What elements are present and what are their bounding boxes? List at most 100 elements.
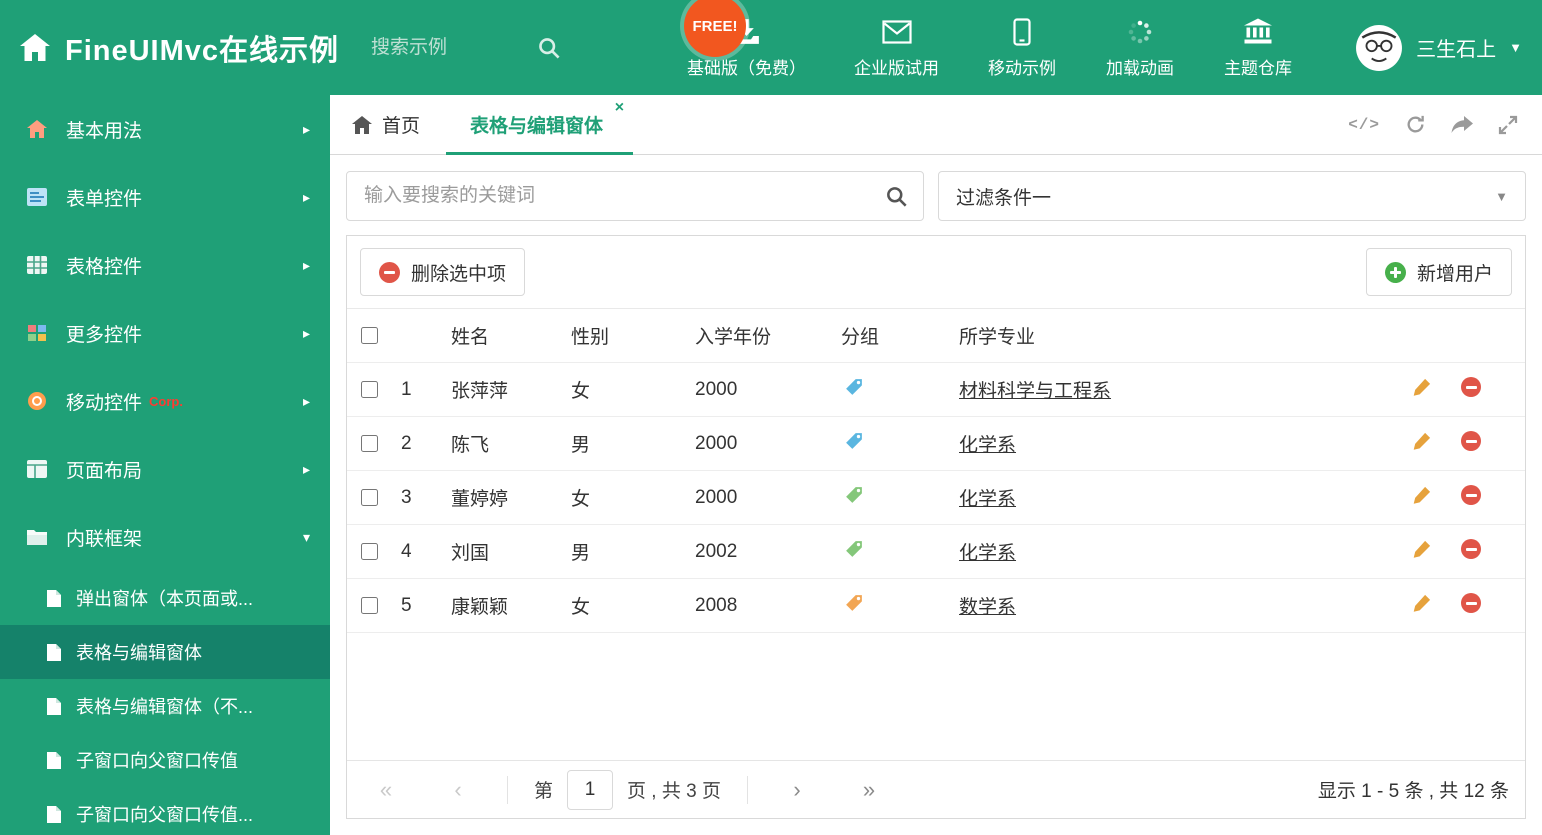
- chevron-right-icon: ▸: [302, 460, 310, 477]
- delete-icon[interactable]: [1461, 376, 1481, 397]
- last-page-button[interactable]: »: [846, 777, 892, 803]
- user-menu[interactable]: 三生石上 ▼: [1355, 24, 1522, 72]
- minus-circle-icon: [379, 261, 400, 283]
- delete-icon[interactable]: [1461, 484, 1481, 505]
- row-checkbox[interactable]: [361, 543, 378, 560]
- search-icon[interactable]: [537, 36, 561, 60]
- first-page-button[interactable]: «: [363, 777, 409, 803]
- next-page-button[interactable]: ›: [774, 777, 820, 803]
- tab-strip: 首页 表格与编辑窗体 × </>: [330, 95, 1542, 155]
- col-group: 分组: [841, 308, 959, 363]
- keyword-search-input[interactable]: [362, 184, 885, 208]
- major-link[interactable]: 数学系: [959, 597, 1016, 618]
- form-icon: [25, 188, 49, 206]
- sidebar-item-iframe[interactable]: 内联框架 ▾: [0, 503, 330, 571]
- refresh-icon[interactable]: [1405, 114, 1426, 135]
- nav-item-loading-animations[interactable]: 加载动画: [1105, 17, 1175, 79]
- table-row: 1 张萍萍 女 2000 材料科学与工程系: [347, 362, 1525, 417]
- col-edit: [1413, 308, 1461, 363]
- filter-row: 过滤条件一 ▼: [346, 171, 1526, 221]
- edit-icon[interactable]: [1413, 431, 1432, 450]
- home-icon: [20, 34, 50, 61]
- sidebar-item-more-controls[interactable]: 更多控件 ▸: [0, 299, 330, 367]
- delete-icon[interactable]: [1461, 538, 1481, 559]
- delete-icon[interactable]: [1461, 592, 1481, 613]
- sidebar-subitem-grid-edit-window[interactable]: 表格与编辑窗体: [0, 625, 330, 679]
- filter-dropdown[interactable]: 过滤条件一 ▼: [938, 171, 1526, 221]
- tag-icon: [845, 486, 863, 504]
- chevron-right-icon: ▸: [302, 256, 310, 273]
- chevron-down-icon: ▼: [1509, 40, 1522, 55]
- sidebar-item-form-controls[interactable]: 表单控件 ▸: [0, 163, 330, 231]
- brand[interactable]: FineUIMvc在线示例: [20, 27, 339, 69]
- share-icon[interactable]: [1451, 115, 1473, 134]
- header-nav: 基础版（免费） 企业版试用 移动示例 加载动画 主题仓库: [687, 17, 1293, 79]
- sidebar-subitem-child-to-parent-2[interactable]: 子窗口向父窗口传值...: [0, 787, 330, 835]
- major-link[interactable]: 化学系: [959, 435, 1016, 456]
- select-all-checkbox[interactable]: [361, 327, 378, 344]
- cell-gender: 男: [571, 524, 695, 579]
- nav-item-mobile-demo[interactable]: 移动示例: [987, 17, 1057, 79]
- corp-badge: Corp.: [149, 393, 183, 409]
- cell-gender: 女: [571, 470, 695, 525]
- edit-icon[interactable]: [1413, 377, 1432, 396]
- col-number: [401, 308, 451, 363]
- table-row: 4 刘国 男 2002 化学系: [347, 524, 1525, 579]
- cell-name: 陈飞: [451, 416, 571, 471]
- col-delete: [1461, 308, 1525, 363]
- col-year: 入学年份: [695, 308, 841, 363]
- sidebar-item-page-layout[interactable]: 页面布局 ▸: [0, 435, 330, 503]
- edit-icon[interactable]: [1413, 485, 1432, 504]
- tab-actions: </>: [1348, 95, 1542, 154]
- nav-item-enterprise-trial[interactable]: 企业版试用: [854, 17, 939, 79]
- add-user-button[interactable]: 新增用户: [1365, 248, 1512, 296]
- source-code-icon[interactable]: </>: [1348, 116, 1380, 134]
- delete-selected-button[interactable]: 删除选中项: [360, 248, 526, 296]
- home-icon: [352, 115, 372, 134]
- close-icon[interactable]: ×: [615, 100, 624, 116]
- nav-label: 加载动画: [1106, 58, 1175, 78]
- delete-icon[interactable]: [1461, 430, 1481, 451]
- header-search-input[interactable]: [369, 35, 520, 60]
- tab-grid-edit-window[interactable]: 表格与编辑窗体 ×: [446, 95, 634, 155]
- chevron-right-icon: ▸: [302, 120, 310, 137]
- row-checkbox[interactable]: [361, 381, 378, 398]
- col-name: 姓名: [451, 308, 571, 363]
- cell-year: 2008: [695, 578, 841, 633]
- users-table: 姓名 性别 入学年份 分组 所学专业 1 张萍萍 女 2000 材料科学与工程系…: [347, 308, 1525, 633]
- cell-year: 2000: [695, 470, 841, 525]
- major-link[interactable]: 化学系: [959, 543, 1016, 564]
- table-icon: [25, 256, 49, 274]
- expand-icon[interactable]: [1498, 115, 1518, 135]
- cell-name: 董婷婷: [451, 470, 571, 525]
- nav-item-theme-store[interactable]: 主题仓库: [1223, 17, 1293, 79]
- row-checkbox[interactable]: [361, 435, 378, 452]
- sidebar-subitem-child-to-parent[interactable]: 子窗口向父窗口传值: [0, 733, 330, 787]
- app-window: FineUIMvc在线示例 FREE! 基础版（免费）: [0, 0, 1542, 835]
- row-number: 1: [401, 362, 451, 417]
- page-number-input[interactable]: [567, 769, 614, 810]
- major-link[interactable]: 材料科学与工程系: [959, 381, 1111, 402]
- prev-page-button[interactable]: ‹: [435, 777, 481, 803]
- search-icon[interactable]: [885, 185, 908, 208]
- cell-name: 康颖颖: [451, 578, 571, 633]
- divider: [507, 775, 508, 804]
- sidebar-item-mobile-controls[interactable]: 移动控件 Corp. ▸: [0, 367, 330, 435]
- sidebar-item-grid-controls[interactable]: 表格控件 ▸: [0, 231, 330, 299]
- major-link[interactable]: 化学系: [959, 489, 1016, 510]
- row-checkbox[interactable]: [361, 489, 378, 506]
- app-title: FineUIMvc在线示例: [65, 34, 340, 67]
- spinner-icon: [1126, 17, 1154, 47]
- tab-home[interactable]: 首页: [330, 95, 446, 154]
- envelope-icon: [881, 17, 912, 47]
- folder-icon: [25, 529, 49, 545]
- table-row: 3 董婷婷 女 2000 化学系: [347, 470, 1525, 525]
- sidebar-item-basic-usage[interactable]: 基本用法 ▸: [0, 95, 330, 163]
- row-checkbox[interactable]: [361, 597, 378, 614]
- grid-panel: 删除选中项 新增用户 姓名 性别 入学年份 分组 所学专业 1 张萍萍 女 20…: [346, 235, 1526, 819]
- edit-icon[interactable]: [1413, 539, 1432, 558]
- edit-icon[interactable]: [1413, 593, 1432, 612]
- user-name: 三生石上: [1416, 39, 1497, 61]
- sidebar-subitem-grid-edit-window-2[interactable]: 表格与编辑窗体（不...: [0, 679, 330, 733]
- sidebar-subitem-popup-window[interactable]: 弹出窗体（本页面或...: [0, 571, 330, 625]
